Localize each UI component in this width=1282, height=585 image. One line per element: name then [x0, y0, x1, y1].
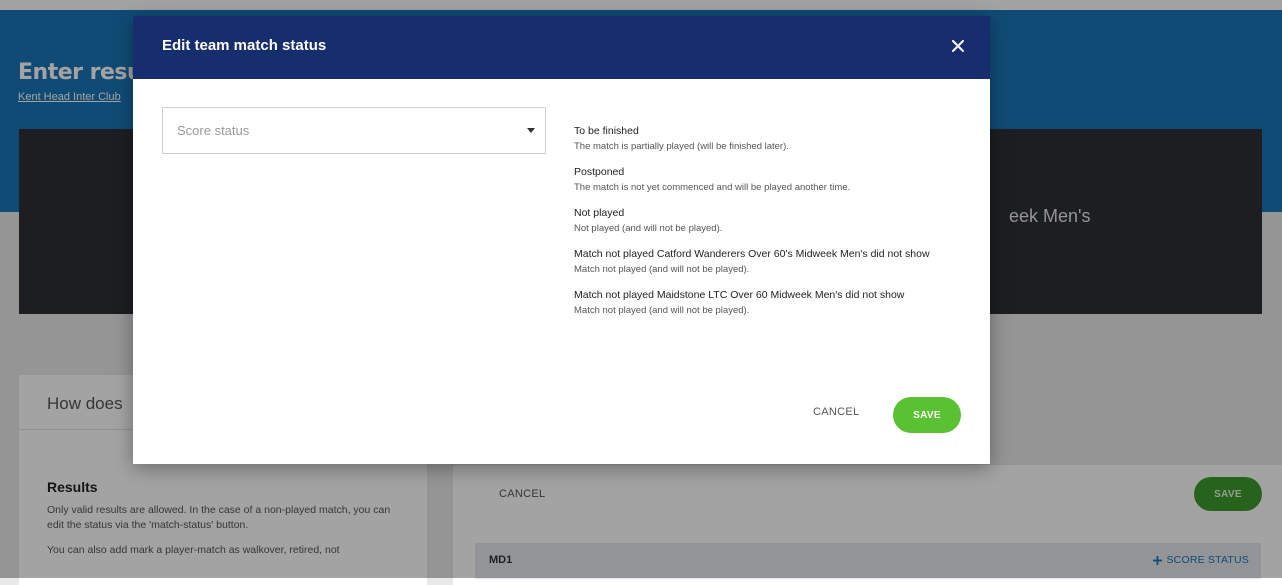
status-title: Postponed: [574, 166, 625, 178]
close-button[interactable]: [946, 34, 970, 58]
status-description: Match not played (and will not be played…: [574, 264, 750, 275]
edit-match-status-dialog: Edit team match status Score status To b…: [133, 16, 990, 464]
status-description: The match is not yet commenced and will …: [574, 182, 851, 193]
dialog-title: Edit team match status: [162, 37, 327, 54]
status-item: Match not played Maidstone LTC Over 60 M…: [574, 288, 964, 318]
status-descriptions: To be finished The match is partially pl…: [574, 124, 964, 329]
close-icon: [952, 40, 964, 52]
status-item: Match not played Catford Wanderers Over …: [574, 247, 964, 277]
status-item: To be finished The match is partially pl…: [574, 124, 964, 154]
dialog-header: Edit team match status: [133, 16, 990, 79]
status-description: The match is partially played (will be f…: [574, 141, 789, 152]
caret-down-icon: [527, 128, 535, 133]
score-status-placeholder: Score status: [177, 123, 250, 138]
status-title: To be finished: [574, 125, 639, 137]
status-title: Match not played Catford Wanderers Over …: [574, 248, 930, 260]
status-item: Postponed The match is not yet commenced…: [574, 165, 964, 195]
status-description: Not played (and will not be played).: [574, 223, 723, 234]
status-item: Not played Not played (and will not be p…: [574, 206, 964, 236]
status-title: Not played: [574, 207, 625, 219]
status-description: Match not played (and will not be played…: [574, 305, 750, 316]
save-button[interactable]: SAVE: [893, 397, 961, 433]
score-status-select[interactable]: Score status: [162, 107, 546, 154]
status-title: Match not played Maidstone LTC Over 60 M…: [574, 289, 905, 301]
cancel-button[interactable]: CANCEL: [813, 406, 859, 418]
